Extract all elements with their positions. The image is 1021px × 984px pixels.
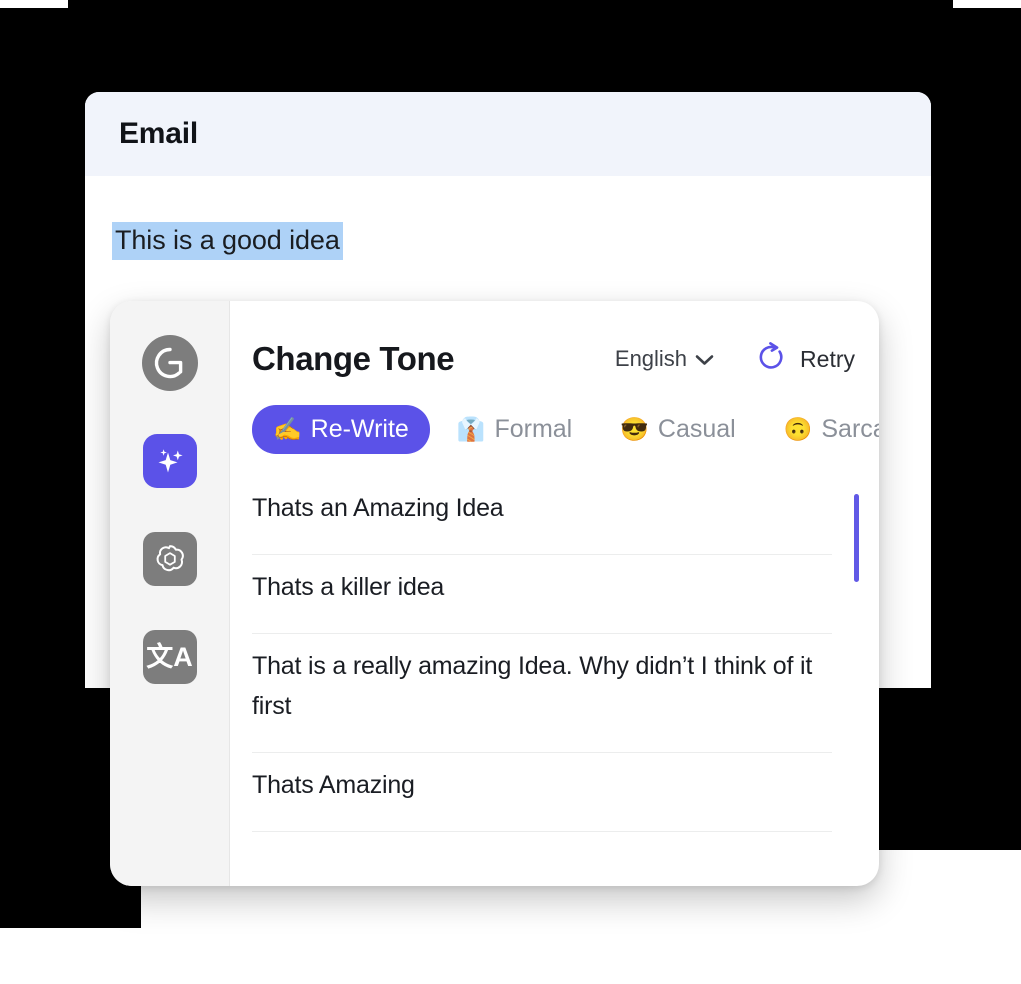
sidebar-item-translate[interactable]: 文A <box>142 629 198 685</box>
grammarly-logo-icon <box>141 335 198 391</box>
tone-pill-formal[interactable]: 👔 Formal <box>436 405 593 454</box>
writing-hand-emoji-icon: ✍️ <box>273 416 302 442</box>
refresh-circular-arrow-icon <box>754 340 788 379</box>
list-item[interactable]: Thats an Amazing Idea <box>252 476 832 555</box>
screenshot-stage: Email This is a good idea 文A Change Tone… <box>0 0 1021 984</box>
suggestion-list: Thats an Amazing Idea Thats a killer ide… <box>252 476 879 832</box>
email-window-header: Email <box>85 92 931 176</box>
tone-pill-casual[interactable]: 😎 Casual <box>599 405 756 454</box>
tone-pill-sarcastic[interactable]: 🙃 Sarcastic <box>763 405 879 454</box>
change-tone-popup-card: 文A Change Tone English Retry ✍️ Re-Write… <box>110 301 879 886</box>
tone-options-row: ✍️ Re-Write 👔 Formal 😎 Casual 🙃 Sarcasti… <box>252 405 879 454</box>
list-item[interactable]: Thats a killer idea <box>252 555 832 634</box>
upside-down-face-emoji-icon: 🙃 <box>783 416 813 442</box>
list-item[interactable]: Thats Amazing <box>252 753 832 832</box>
email-body: This is a good idea <box>85 176 931 260</box>
language-selector[interactable]: English <box>615 346 714 372</box>
suggestions-scrollbar-thumb[interactable] <box>854 494 859 582</box>
tone-pill-rewrite-label: Re-Write <box>310 415 409 443</box>
tone-card-heading: Change Tone <box>252 340 455 377</box>
chevron-down-icon <box>695 346 714 372</box>
sidebar-item-ai-assistant[interactable] <box>142 433 198 489</box>
retry-button-label: Retry <box>800 345 855 372</box>
dark-backdrop-top-strip <box>0 0 1021 8</box>
list-item[interactable]: That is a really amazing Idea. Why didn’… <box>252 634 832 753</box>
tone-card-topbar: Change Tone English Retry <box>252 333 879 385</box>
tone-pill-sarcastic-label: Sarcastic <box>821 415 879 443</box>
backdrop-notch-left <box>0 0 68 8</box>
backdrop-notch-right <box>953 0 1021 8</box>
language-selector-value: English <box>614 346 688 371</box>
selected-text-highlight[interactable]: This is a good idea <box>112 222 343 260</box>
openai-logo-icon <box>142 532 197 586</box>
ai-sparkles-icon <box>142 434 197 488</box>
sidebar-item-grammarly[interactable] <box>141 335 198 391</box>
tone-pill-formal-label: Formal <box>494 415 573 443</box>
tool-sidebar: 文A <box>110 301 230 886</box>
tone-pill-casual-label: Casual <box>657 415 736 443</box>
retry-button[interactable]: Retry <box>754 340 855 379</box>
sidebar-item-chatgpt[interactable] <box>142 531 198 587</box>
necktie-emoji-icon: 👔 <box>456 416 486 442</box>
tone-main-pane: Change Tone English Retry ✍️ Re-Write 👔 … <box>230 301 879 886</box>
translate-icon: 文A <box>142 630 197 684</box>
sunglasses-face-emoji-icon: 😎 <box>620 416 649 442</box>
page-title: Email <box>119 117 199 150</box>
tone-pill-rewrite[interactable]: ✍️ Re-Write <box>252 405 430 454</box>
